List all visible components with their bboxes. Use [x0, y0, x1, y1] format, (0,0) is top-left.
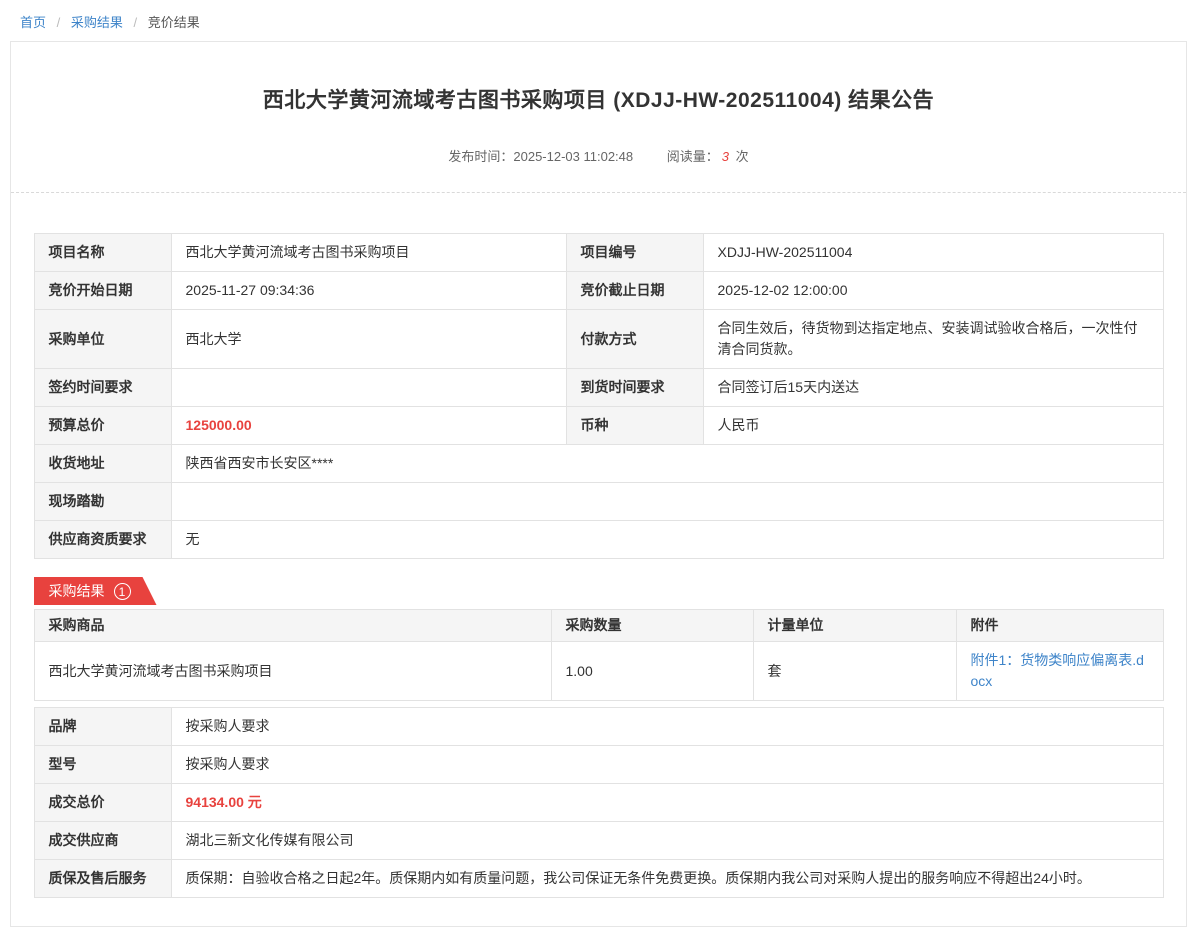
info-label-project-name: 项目名称 — [34, 234, 171, 272]
detail-value-brand: 按采购人要求 — [171, 708, 1163, 746]
read-count-value: 3 — [722, 149, 729, 164]
table-row: 品牌 按采购人要求 — [34, 708, 1163, 746]
publish-time: 发布时间：2025-12-03 11:02:48 — [448, 149, 633, 164]
info-value-address: 陕西省西安市长安区**** — [171, 445, 1163, 483]
deal-price-number: 94134.00 — [186, 794, 244, 810]
detail-label-supplier: 成交供应商 — [34, 822, 171, 860]
table-row: 采购单位 西北大学 付款方式 合同生效后，待货物到达指定地点、安装调试验收合格后… — [34, 310, 1163, 369]
project-info-table: 项目名称 西北大学黄河流域考古图书采购项目 项目编号 XDJJ-HW-20251… — [34, 233, 1164, 559]
read-count-unit: 次 — [736, 149, 749, 164]
detail-label-deal-price: 成交总价 — [34, 784, 171, 822]
breadcrumb: 首页 / 采购结果 / 竞价结果 — [0, 0, 1197, 41]
table-row: 成交供应商 湖北三新文化传媒有限公司 — [34, 822, 1163, 860]
page-title: 西北大学黄河流域考古图书采购项目 (XDJJ-HW-202511004) 结果公… — [11, 84, 1186, 114]
info-value-site-visit — [171, 483, 1163, 521]
table-row: 项目名称 西北大学黄河流域考古图书采购项目 项目编号 XDJJ-HW-20251… — [34, 234, 1163, 272]
divider — [11, 192, 1186, 193]
table-row: 质保及售后服务 质保期：自验收合格之日起2年。质保期内如有质量问题，我公司保证无… — [34, 860, 1163, 898]
detail-label-brand: 品牌 — [34, 708, 171, 746]
detail-value-model: 按采购人要求 — [171, 746, 1163, 784]
info-label-currency: 币种 — [566, 407, 703, 445]
table-row: 竞价开始日期 2025-11-27 09:34:36 竞价截止日期 2025-1… — [34, 272, 1163, 310]
table-row: 收货地址 陕西省西安市长安区**** — [34, 445, 1163, 483]
table-row: 预算总价 125000.00 币种 人民币 — [34, 407, 1163, 445]
info-label-site-visit: 现场踏勘 — [34, 483, 171, 521]
publish-time-value: 2025-12-03 11:02:48 — [513, 149, 633, 164]
info-label-address: 收货地址 — [34, 445, 171, 483]
info-value-project-no: XDJJ-HW-202511004 — [703, 234, 1163, 272]
info-label-bid-start: 竞价开始日期 — [34, 272, 171, 310]
table-header-row: 采购商品 采购数量 计量单位 附件 — [34, 610, 1163, 642]
detail-value-warranty: 质保期：自验收合格之日起2年。质保期内如有质量问题，我公司保证无条件免费更换。质… — [171, 860, 1163, 898]
header-unit: 计量单位 — [753, 610, 956, 642]
breadcrumb-current: 竞价结果 — [148, 15, 200, 30]
info-label-sign-time: 签约时间要求 — [34, 369, 171, 407]
table-row: 现场踏勘 — [34, 483, 1163, 521]
detail-value-deal-price: 94134.00 元 — [171, 784, 1163, 822]
info-label-bid-end: 竞价截止日期 — [566, 272, 703, 310]
detail-value-supplier: 湖北三新文化传媒有限公司 — [171, 822, 1163, 860]
result-detail-table: 品牌 按采购人要求 型号 按采购人要求 成交总价 94134.00 元 成交供应… — [34, 707, 1164, 898]
info-value-budget: 125000.00 — [171, 407, 566, 445]
info-value-purchaser: 西北大学 — [171, 310, 566, 369]
product-unit: 套 — [753, 642, 956, 701]
header-quantity: 采购数量 — [551, 610, 753, 642]
header-product: 采购商品 — [34, 610, 551, 642]
info-label-payment: 付款方式 — [566, 310, 703, 369]
info-value-project-name: 西北大学黄河流域考古图书采购项目 — [171, 234, 566, 272]
header-attachment: 附件 — [956, 610, 1163, 642]
breadcrumb-home[interactable]: 首页 — [20, 15, 46, 30]
result-badge-label: 采购结果 — [49, 581, 105, 601]
breadcrumb-separator: / — [57, 15, 61, 30]
result-badge-row: 采购结果 1 — [34, 577, 1164, 605]
publish-time-label: 发布时间： — [448, 149, 513, 164]
table-row: 签约时间要求 到货时间要求 合同签订后15天内送达 — [34, 369, 1163, 407]
info-value-delivery-time: 合同签订后15天内送达 — [703, 369, 1163, 407]
page: 首页 / 采购结果 / 竞价结果 西北大学黄河流域考古图书采购项目 (XDJJ-… — [0, 0, 1197, 927]
info-value-currency: 人民币 — [703, 407, 1163, 445]
product-quantity: 1.00 — [551, 642, 753, 701]
result-badge-number: 1 — [114, 583, 131, 600]
read-count: 阅读量：3 次 — [667, 149, 749, 164]
detail-label-model: 型号 — [34, 746, 171, 784]
deal-price-unit: 元 — [248, 794, 262, 810]
info-value-payment: 合同生效后，待货物到达指定地点、安装调试验收合格后，一次性付清合同货款。 — [703, 310, 1163, 369]
breadcrumb-separator: / — [134, 15, 138, 30]
info-label-qualification: 供应商资质要求 — [34, 521, 171, 559]
table-row: 型号 按采购人要求 — [34, 746, 1163, 784]
info-value-bid-end: 2025-12-02 12:00:00 — [703, 272, 1163, 310]
breadcrumb-purchase-results[interactable]: 采购结果 — [71, 15, 123, 30]
table-row: 供应商资质要求 无 — [34, 521, 1163, 559]
info-value-qualification: 无 — [171, 521, 1163, 559]
result-product-table: 采购商品 采购数量 计量单位 附件 西北大学黄河流域考古图书采购项目 1.00 … — [34, 609, 1164, 701]
attachment-link[interactable]: 附件1：货物类响应偏离表.docx — [971, 652, 1144, 689]
info-value-sign-time — [171, 369, 566, 407]
read-count-label: 阅读量： — [667, 149, 719, 164]
announcement-card: 西北大学黄河流域考古图书采购项目 (XDJJ-HW-202511004) 结果公… — [10, 41, 1187, 927]
table-row: 成交总价 94134.00 元 — [34, 784, 1163, 822]
announcement-meta: 发布时间：2025-12-03 11:02:48 阅读量：3 次 — [11, 146, 1186, 165]
info-value-bid-start: 2025-11-27 09:34:36 — [171, 272, 566, 310]
info-label-budget: 预算总价 — [34, 407, 171, 445]
result-badge: 采购结果 1 — [34, 577, 157, 605]
detail-label-warranty: 质保及售后服务 — [34, 860, 171, 898]
info-label-purchaser: 采购单位 — [34, 310, 171, 369]
table-row: 西北大学黄河流域考古图书采购项目 1.00 套 附件1：货物类响应偏离表.doc… — [34, 642, 1163, 701]
product-name: 西北大学黄河流域考古图书采购项目 — [34, 642, 551, 701]
info-label-project-no: 项目编号 — [566, 234, 703, 272]
info-label-delivery-time: 到货时间要求 — [566, 369, 703, 407]
